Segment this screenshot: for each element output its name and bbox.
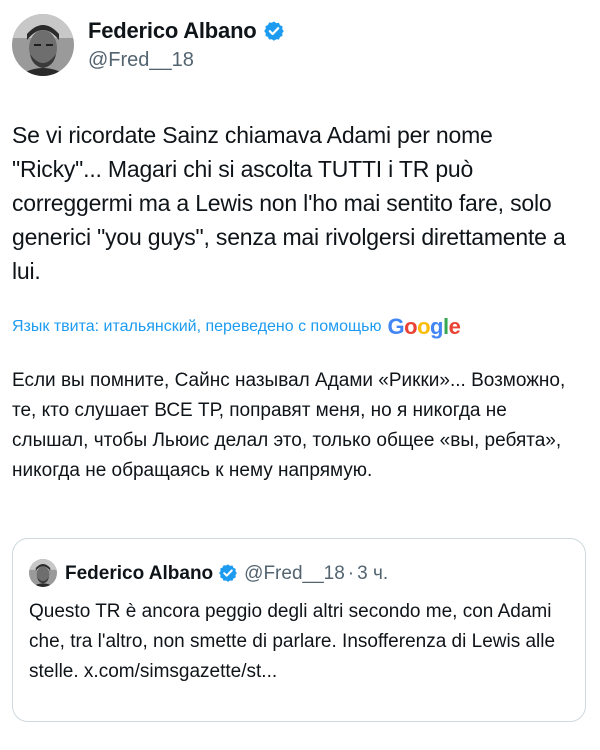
quoted-tweet-card[interactable]: Federico Albano @Fred__18 · 3 ч. Questo …	[12, 538, 586, 722]
author-names: Federico Albano @Fred__18	[88, 20, 285, 70]
tweet-header: Federico Albano @Fred__18	[12, 14, 285, 76]
quoted-handle: @Fred__18	[244, 562, 345, 584]
quoted-tweet-text: Questo TR è ancora peggio degli altri se…	[29, 601, 556, 682]
translation-info: Язык твита: итальянский, переведено с по…	[12, 314, 461, 339]
quoted-avatar	[29, 559, 57, 587]
author-handle[interactable]: @Fred__18	[88, 50, 285, 70]
translation-label[interactable]: Язык твита: итальянский, переведено с по…	[12, 318, 382, 336]
quoted-display-name: Federico Albano	[65, 562, 214, 584]
tweet-text: Se vi ricordate Sainz chiamava Adami per…	[12, 122, 566, 284]
author-display-name[interactable]: Federico Albano	[88, 20, 257, 42]
translated-text: Если вы помните, Сайнс называл Адами «Ри…	[12, 370, 566, 481]
verified-badge-icon	[263, 21, 284, 41]
separator-dot: ·	[347, 562, 355, 584]
quoted-tweet-header: Federico Albano @Fred__18 · 3 ч.	[29, 559, 388, 587]
quoted-timestamp[interactable]: 3 ч.	[357, 564, 388, 583]
verified-badge-icon	[219, 564, 238, 582]
avatar[interactable]	[12, 14, 74, 76]
google-logo: Google	[387, 314, 461, 339]
